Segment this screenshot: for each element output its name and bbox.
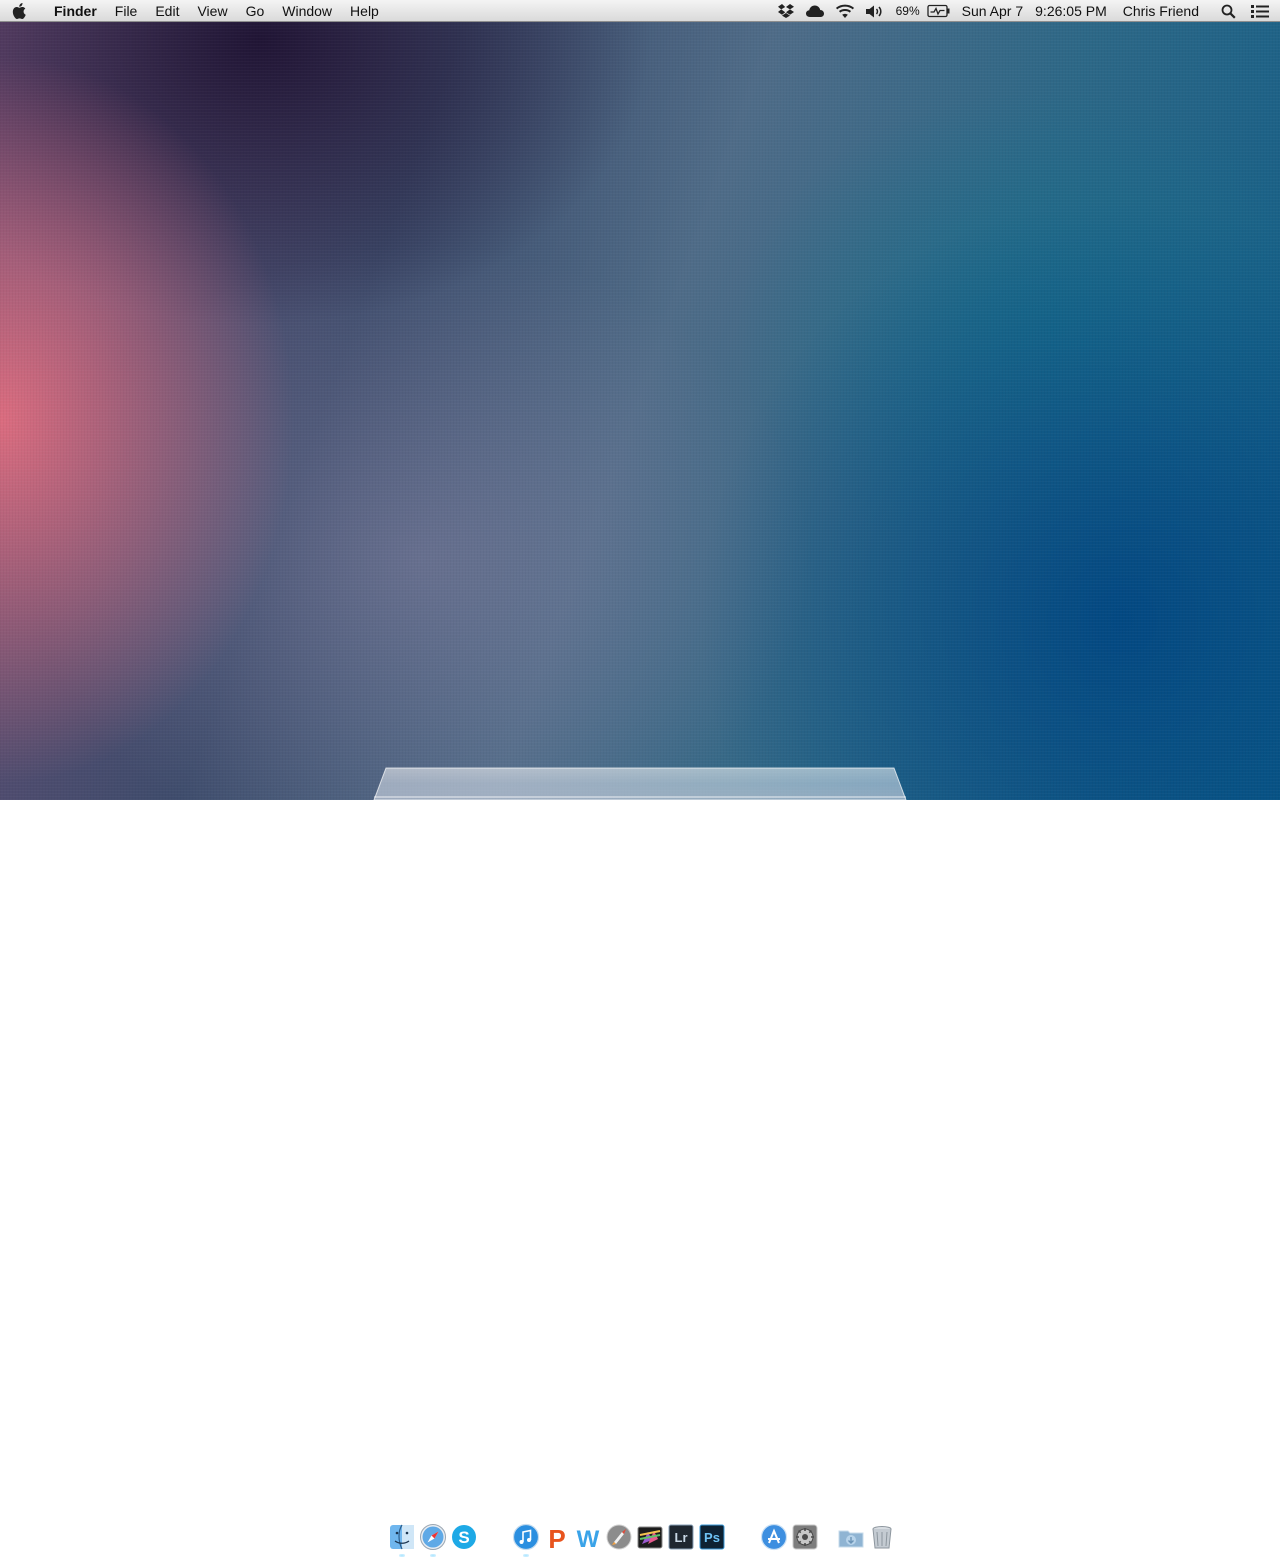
- svg-text:W: W: [577, 1526, 600, 1551]
- menu-bar: Finder File Edit View Go Window Help 69%…: [0, 0, 1280, 22]
- menu-help[interactable]: Help: [341, 0, 388, 22]
- svg-text:S: S: [458, 1528, 469, 1547]
- apple-menu-icon[interactable]: [0, 0, 40, 22]
- icloud-icon[interactable]: [800, 0, 830, 22]
- clock-time[interactable]: 9:26:05 PM: [1029, 0, 1113, 22]
- safari-icon[interactable]: [419, 1523, 447, 1551]
- trash-icon[interactable]: [868, 1523, 896, 1551]
- photoshop-label: Ps: [704, 1530, 720, 1545]
- launchpad-icon[interactable]: [605, 1523, 633, 1551]
- notification-center-icon[interactable]: [1244, 0, 1280, 22]
- spotlight-search-icon[interactable]: [1213, 0, 1244, 22]
- fast-user-switching-name[interactable]: Chris Friend: [1113, 0, 1213, 22]
- dock: S P W Lr Ps: [0, 760, 1280, 1557]
- skype-icon[interactable]: S: [450, 1523, 478, 1551]
- wifi-icon[interactable]: [830, 0, 860, 22]
- downloads-folder-icon[interactable]: [837, 1523, 865, 1551]
- volume-icon[interactable]: [860, 0, 890, 22]
- menu-edit[interactable]: Edit: [146, 0, 188, 22]
- app-store-icon[interactable]: [760, 1523, 788, 1551]
- system-preferences-icon[interactable]: [791, 1523, 819, 1551]
- menu-file[interactable]: File: [106, 0, 147, 22]
- powerpoint-icon[interactable]: P: [543, 1523, 571, 1551]
- lightroom-label: Lr: [675, 1530, 688, 1545]
- lightroom-icon[interactable]: Lr: [667, 1523, 695, 1551]
- wallpaper-texture: [0, 0, 1280, 800]
- clock-date[interactable]: Sun Apr 7: [956, 0, 1030, 22]
- photoshop-icon[interactable]: Ps: [698, 1523, 726, 1551]
- itunes-icon[interactable]: [512, 1523, 540, 1551]
- battery-charging-icon[interactable]: [922, 0, 956, 22]
- desktop-wallpaper[interactable]: [0, 0, 1280, 800]
- finder-icon[interactable]: [388, 1523, 416, 1551]
- menu-window[interactable]: Window: [273, 0, 341, 22]
- svg-text:P: P: [548, 1524, 565, 1551]
- word-icon[interactable]: W: [574, 1523, 602, 1551]
- menu-go[interactable]: Go: [237, 0, 274, 22]
- menu-app-finder[interactable]: Finder: [40, 0, 106, 22]
- battery-percent[interactable]: 69%: [890, 0, 922, 22]
- dropbox-icon[interactable]: [772, 0, 800, 22]
- dock-separator: [826, 1528, 827, 1556]
- final-cut-pro-icon[interactable]: [636, 1523, 664, 1551]
- menu-view[interactable]: View: [188, 0, 236, 22]
